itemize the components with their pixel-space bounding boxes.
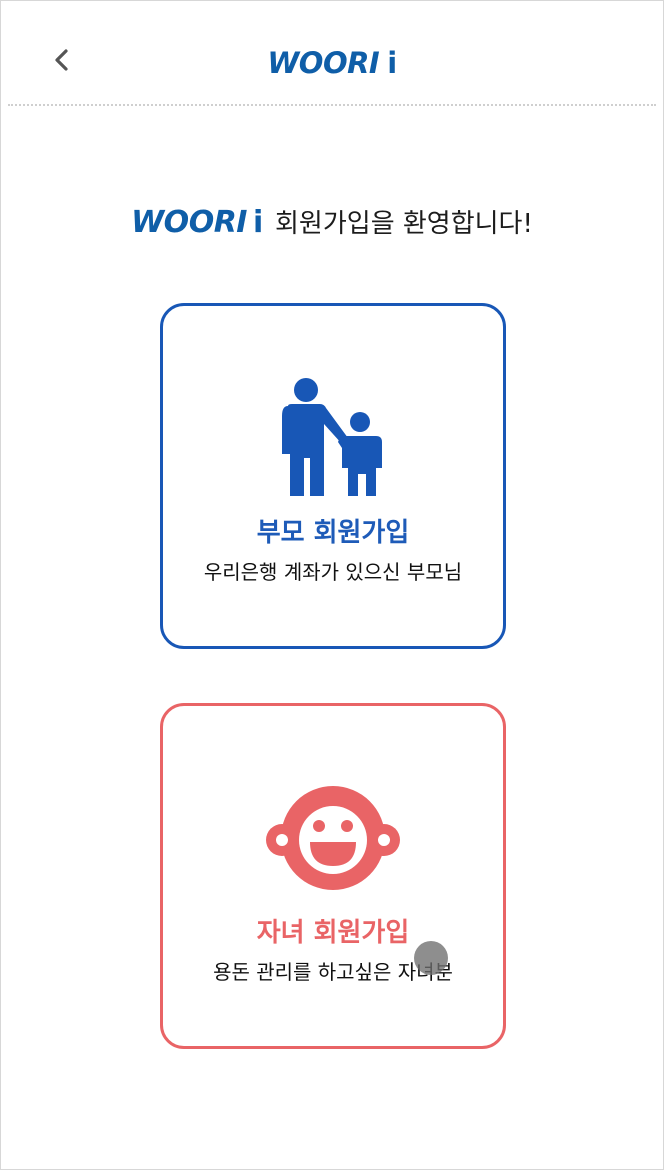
welcome-message: 회원가입을 환영합니다! xyxy=(275,209,533,239)
top-header: WOORI i xyxy=(8,8,656,106)
parent-signup-card[interactable]: 부모 회원가입 우리은행 계좌가 있으신 부모님 xyxy=(160,303,506,649)
parent-card-title: 부모 회원가입 xyxy=(256,518,410,548)
welcome-heading: WOORI i 회원가입을 환영합니다! xyxy=(0,203,664,240)
header-logo-text: WOORI xyxy=(267,46,380,80)
baby-face-icon xyxy=(266,786,400,890)
child-signup-card[interactable]: 자녀 회원가입 용돈 관리를 하고싶은 자녀분 xyxy=(160,703,506,1049)
parent-child-icon xyxy=(282,378,382,496)
child-card-title: 자녀 회원가입 xyxy=(256,918,410,948)
header-logo: WOORI i xyxy=(8,46,656,80)
touch-cursor-indicator xyxy=(414,941,448,975)
welcome-brand: WOORI i xyxy=(131,205,263,240)
header-logo-suffix: i xyxy=(387,46,397,80)
parent-card-description: 우리은행 계좌가 있으신 부모님 xyxy=(203,560,463,584)
child-card-description: 용돈 관리를 하고싶은 자녀분 xyxy=(213,960,453,984)
